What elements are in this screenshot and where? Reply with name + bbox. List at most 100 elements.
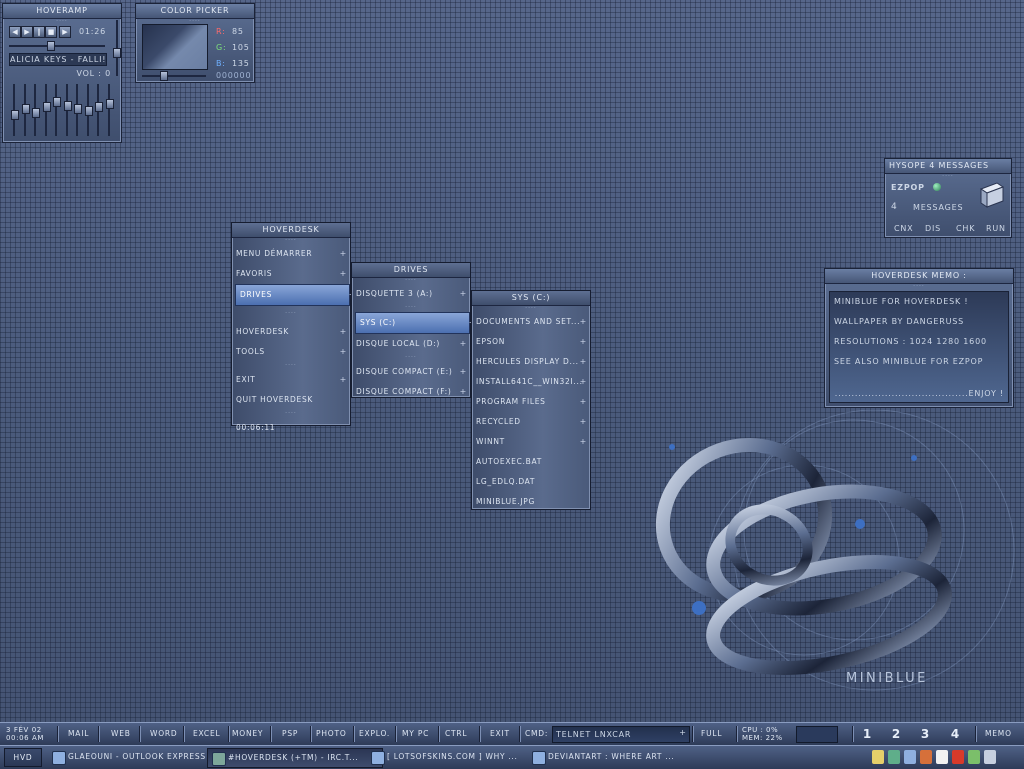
color-swatch[interactable] <box>142 24 208 70</box>
submenu-arrow-icon: + <box>579 397 587 406</box>
za-icon[interactable] <box>952 750 964 764</box>
mypc-launcher[interactable]: MY PC <box>402 723 429 745</box>
g-label: G: <box>216 43 227 52</box>
messages-label: MESSAGES <box>913 203 964 212</box>
menu-item-label: MINIBLUE.JPG <box>476 497 536 506</box>
submenu-arrow-icon: + <box>579 337 587 346</box>
excel-launcher[interactable]: EXCEL <box>193 723 221 745</box>
submenu-arrow-icon: + <box>579 377 587 386</box>
pen-icon[interactable] <box>920 750 932 764</box>
workspace-2[interactable]: 2 <box>887 723 905 745</box>
eq-band-slider[interactable] <box>11 110 19 121</box>
memo-button[interactable]: MEMO <box>985 723 1012 745</box>
hysope-buttons: CNX DIS CHK RUN <box>885 221 1011 237</box>
task-outlook[interactable]: GLAEOUNI - OUTLOOK EXPRESS <box>48 748 224 766</box>
separator <box>692 726 693 742</box>
chk-button[interactable]: CHK <box>956 224 975 233</box>
menu-item-program-files[interactable]: PROGRAM FILES + <box>472 392 590 412</box>
menu-item-exit[interactable]: EXIT + <box>232 370 350 390</box>
menu-item-install[interactable]: INSTALL641C__WIN32I... + <box>472 372 590 392</box>
full-button[interactable]: FULL <box>701 723 722 745</box>
mail-icon[interactable] <box>936 750 948 764</box>
hoverdesk-menu: HOVERDESK ···· MENU DÉMARRER + FAVORIS + D… <box>231 222 355 432</box>
psp-launcher[interactable]: PSP <box>282 723 298 745</box>
menu-item-hercules[interactable]: HERCULES DISPLAY D... + <box>472 352 590 372</box>
cmd-input[interactable]: TELNET LNXCAR + <box>552 726 690 743</box>
menu-title: SYS (C:) <box>472 291 590 306</box>
menu-item-epson[interactable]: EPSON + <box>472 332 590 352</box>
web-launcher[interactable]: WEB <box>111 723 131 745</box>
menu-item-autoexec[interactable]: AUTOEXEC.BAT <box>472 452 590 472</box>
title-dots: ···· <box>56 18 68 25</box>
stop-button[interactable]: ■ <box>45 26 57 38</box>
mail-launcher[interactable]: MAIL <box>68 723 89 745</box>
menu-item-recycled[interactable]: RECYCLED + <box>472 412 590 432</box>
photo-launcher[interactable]: PHOTO <box>316 723 347 745</box>
menu-item-drive-e[interactable]: DISQUE COMPACT (E:) + <box>352 362 470 382</box>
menu-item-favoris[interactable]: FAVORIS + <box>232 264 350 284</box>
task-label: [ LOTSOFSKINS.COM ] WHY ... <box>387 752 518 761</box>
eq-band-slider[interactable] <box>74 103 82 114</box>
prev-button[interactable]: ◀ <box>9 26 21 38</box>
workspace-1[interactable]: 1 <box>858 723 876 745</box>
menu-clock: 00:06:11 <box>232 418 350 438</box>
seek-slider[interactable] <box>47 41 55 51</box>
menu-item-label: DISQUE LOCAL (D:) <box>356 339 441 348</box>
menu-item-drives[interactable]: DRIVES+ <box>235 284 355 306</box>
hvd-button[interactable]: HVD <box>4 748 42 767</box>
cmd-arrow-icon: + <box>679 728 686 737</box>
menu-item-hoverdesk[interactable]: HOVERDESK + <box>232 322 350 342</box>
speaker-icon[interactable] <box>872 750 884 764</box>
menu-item-tools[interactable]: TOOLS + <box>232 342 350 362</box>
memo-widget: HOVERDESK MEMO : ···· MINIBLUE FOR HOVER… <box>824 268 1014 408</box>
pause-button[interactable]: ‖ <box>33 26 45 38</box>
menu-item-miniblue-jpg[interactable]: MINIBLUE.JPG <box>472 492 590 512</box>
task-deviantart[interactable]: DEVIANTART : WHERE ART ... <box>528 748 712 766</box>
menu-item-drive-f[interactable]: DISQUE COMPACT (F:) + <box>352 382 470 402</box>
eq-band-slider[interactable] <box>53 97 61 108</box>
monitor-icon[interactable] <box>968 750 980 764</box>
menu-item-label: RECYCLED <box>476 417 521 426</box>
menu-title: DRIVES <box>352 263 470 278</box>
menu-item-drive-d[interactable]: DISQUE LOCAL (D:) + <box>352 334 470 354</box>
eq-band-slider[interactable] <box>42 101 51 112</box>
menu-item-drive-c[interactable]: SYS (C:)+ <box>355 312 475 334</box>
eq-band-slider[interactable] <box>21 103 30 114</box>
memo-body[interactable]: MINIBLUE FOR HOVERDESK ! WALLPAPER BY DA… <box>829 291 1009 403</box>
menu-item-lg-edlq[interactable]: LG_EDLQ.DAT <box>472 472 590 492</box>
workspace-4[interactable]: 4 <box>946 723 964 745</box>
eq-band-slider[interactable] <box>95 102 103 113</box>
memo-title: HOVERDESK MEMO : <box>825 269 1013 284</box>
separator <box>736 726 737 742</box>
eq-band-slider[interactable] <box>63 100 72 111</box>
menu-item-winnt[interactable]: WINNT + <box>472 432 590 452</box>
eq-band-slider[interactable] <box>105 99 114 110</box>
exit-launcher[interactable]: EXIT <box>490 723 510 745</box>
network-icon[interactable] <box>888 750 900 764</box>
menu-item-label: EPSON <box>476 337 506 346</box>
menu-item-demarrer[interactable]: MENU DÉMARRER + <box>232 244 350 264</box>
eq-band-slider[interactable] <box>32 108 40 119</box>
word-launcher[interactable]: WORD <box>150 723 178 745</box>
workspace-3[interactable]: 3 <box>916 723 934 745</box>
menu-item-quit[interactable]: QUIT HOVERDESK <box>232 390 350 410</box>
money-launcher[interactable]: MONEY <box>232 723 263 745</box>
explorer-launcher[interactable]: EXPLO. <box>359 723 390 745</box>
menu-item-drive-a[interactable]: DISQUETTE 3 (A:) + <box>352 284 470 304</box>
task-lotsofskins[interactable]: [ LOTSOFSKINS.COM ] WHY ... <box>367 748 555 766</box>
next-button[interactable]: ▶ <box>59 26 71 38</box>
task-label: GLAEOUNI - OUTLOOK EXPRESS <box>68 752 206 761</box>
globe-icon[interactable] <box>984 750 996 764</box>
menu-item-documents[interactable]: DOCUMENTS AND SET... + <box>472 312 590 332</box>
task-irc[interactable]: #HOVERDESK (+TM) - IRC.T... <box>207 748 383 768</box>
ctrl-launcher[interactable]: CTRL <box>445 723 467 745</box>
eq-band-slider[interactable] <box>84 106 93 116</box>
volume-slider[interactable] <box>113 48 121 58</box>
run-button[interactable]: RUN <box>986 224 1006 233</box>
play-button[interactable]: ▶ <box>21 26 33 38</box>
submenu-arrow-icon: + <box>339 375 347 384</box>
dis-button[interactable]: DIS <box>925 224 941 233</box>
cnx-button[interactable]: CNX <box>894 224 913 233</box>
hue-slider[interactable] <box>160 71 168 81</box>
paint-icon[interactable] <box>904 750 916 764</box>
